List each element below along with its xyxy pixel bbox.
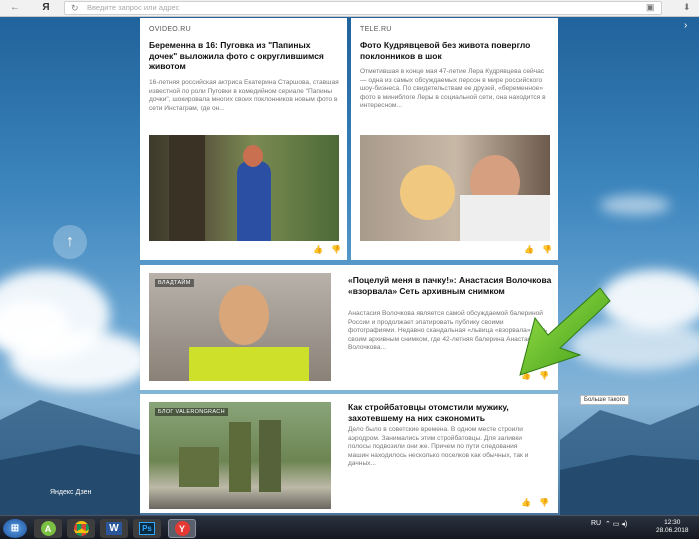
card-snippet: Дело было в советские времена. В одном м… xyxy=(348,426,529,467)
tooltip: Больше такого xyxy=(580,395,630,405)
clock-time: 12:30 xyxy=(664,519,681,526)
word-icon[interactable]: W xyxy=(100,519,128,538)
thumbs-down-icon[interactable]: 👎 xyxy=(331,245,341,254)
bookmark-icon[interactable]: ▣ xyxy=(646,2,655,13)
browser-toolbar: ← Я ↻ Введите запрос или адрес ▣ ⬇ xyxy=(0,0,699,17)
tray-icons[interactable]: ⌃ ▭ ◂) xyxy=(605,520,627,528)
download-icon[interactable]: ⬇ xyxy=(683,2,691,13)
card-snippet: 16-летняя российская актриса Екатерина С… xyxy=(149,79,339,112)
cloud xyxy=(600,195,670,215)
news-feed: OVIDEO.RU Беременна в 16: Пуговка из "Па… xyxy=(140,18,560,513)
android-icon[interactable]: A xyxy=(34,519,62,538)
chrome-icon[interactable] xyxy=(67,519,95,538)
yandex-logo[interactable]: Я xyxy=(36,2,56,13)
dzen-brand: Яндекс Дзен xyxy=(50,489,92,496)
card-source: OVIDEO.RU xyxy=(149,26,191,33)
ps-label: Ps xyxy=(139,522,155,535)
yandex-browser-icon[interactable]: Y xyxy=(168,519,196,538)
thumbs-up-icon[interactable]: 👍 xyxy=(524,245,534,254)
card-image[interactable] xyxy=(360,135,550,241)
address-bar[interactable]: ↻ Введите запрос или адрес xyxy=(64,1,662,15)
card-reactions: 👍 👎 xyxy=(516,245,552,254)
yandex-label: Y xyxy=(174,521,190,536)
scroll-up-button[interactable]: ↑ xyxy=(53,225,87,259)
news-card[interactable]: БЛОГ VALERONGRACH Как стройбатовцы отомс… xyxy=(140,394,558,513)
back-icon[interactable]: ← xyxy=(5,2,25,13)
card-snippet: Отметившая в конце мая 47-летие Лера Куд… xyxy=(360,68,546,109)
photoshop-icon[interactable]: Ps xyxy=(133,519,161,538)
news-card[interactable]: TELE.RU Фото Кудрявцевой без живота пове… xyxy=(351,18,558,260)
clock-date: 28.06.2018 xyxy=(656,527,689,534)
green-arrow-annotation xyxy=(519,287,611,376)
card-image[interactable]: БЛОГ VALERONGRACH xyxy=(149,402,331,509)
thumbs-down-icon[interactable]: 👎 xyxy=(539,498,549,507)
image-source-badge: БЛОГ VALERONGRACH xyxy=(155,408,228,416)
card-title[interactable]: Фото Кудрявцевой без живота повергло пок… xyxy=(360,40,550,61)
address-placeholder: Введите запрос или адрес xyxy=(87,3,180,12)
news-card[interactable]: OVIDEO.RU Беременна в 16: Пуговка из "Па… xyxy=(140,18,347,260)
card-reactions: 👍 👎 xyxy=(513,498,549,507)
next-arrow-icon[interactable]: › xyxy=(684,20,687,31)
image-source-badge: ВЛАДТАЙМ xyxy=(155,279,194,287)
start-icon[interactable]: ⊞ xyxy=(3,519,27,538)
card-image[interactable] xyxy=(149,135,339,241)
android-label: A xyxy=(40,521,56,536)
clock[interactable]: 12:30 28.06.2018 xyxy=(656,519,689,535)
card-title[interactable]: Как стройбатовцы отомстили мужику, захот… xyxy=(348,402,553,423)
card-title[interactable]: Беременна в 16: Пуговка из "Папиных доче… xyxy=(149,40,339,72)
taskbar: ⊞ A W Ps Y RU ⌃ ▭ ◂) 12:30 28.06.2018 xyxy=(0,515,699,539)
thumbs-down-icon[interactable]: 👎 xyxy=(542,245,552,254)
language-indicator[interactable]: RU xyxy=(591,520,601,527)
card-reactions: 👍 👎 xyxy=(305,245,341,254)
word-label: W xyxy=(106,522,122,535)
news-card[interactable]: ВЛАДТАЙМ «Поцелуй меня в пачку!»: Анаста… xyxy=(140,265,558,390)
card-source: TELE.RU xyxy=(360,26,392,33)
thumbs-up-icon[interactable]: 👍 xyxy=(313,245,323,254)
reload-icon[interactable]: ↻ xyxy=(71,2,79,14)
thumbs-up-icon[interactable]: 👍 xyxy=(521,498,531,507)
card-image[interactable]: ВЛАДТАЙМ xyxy=(149,273,331,381)
